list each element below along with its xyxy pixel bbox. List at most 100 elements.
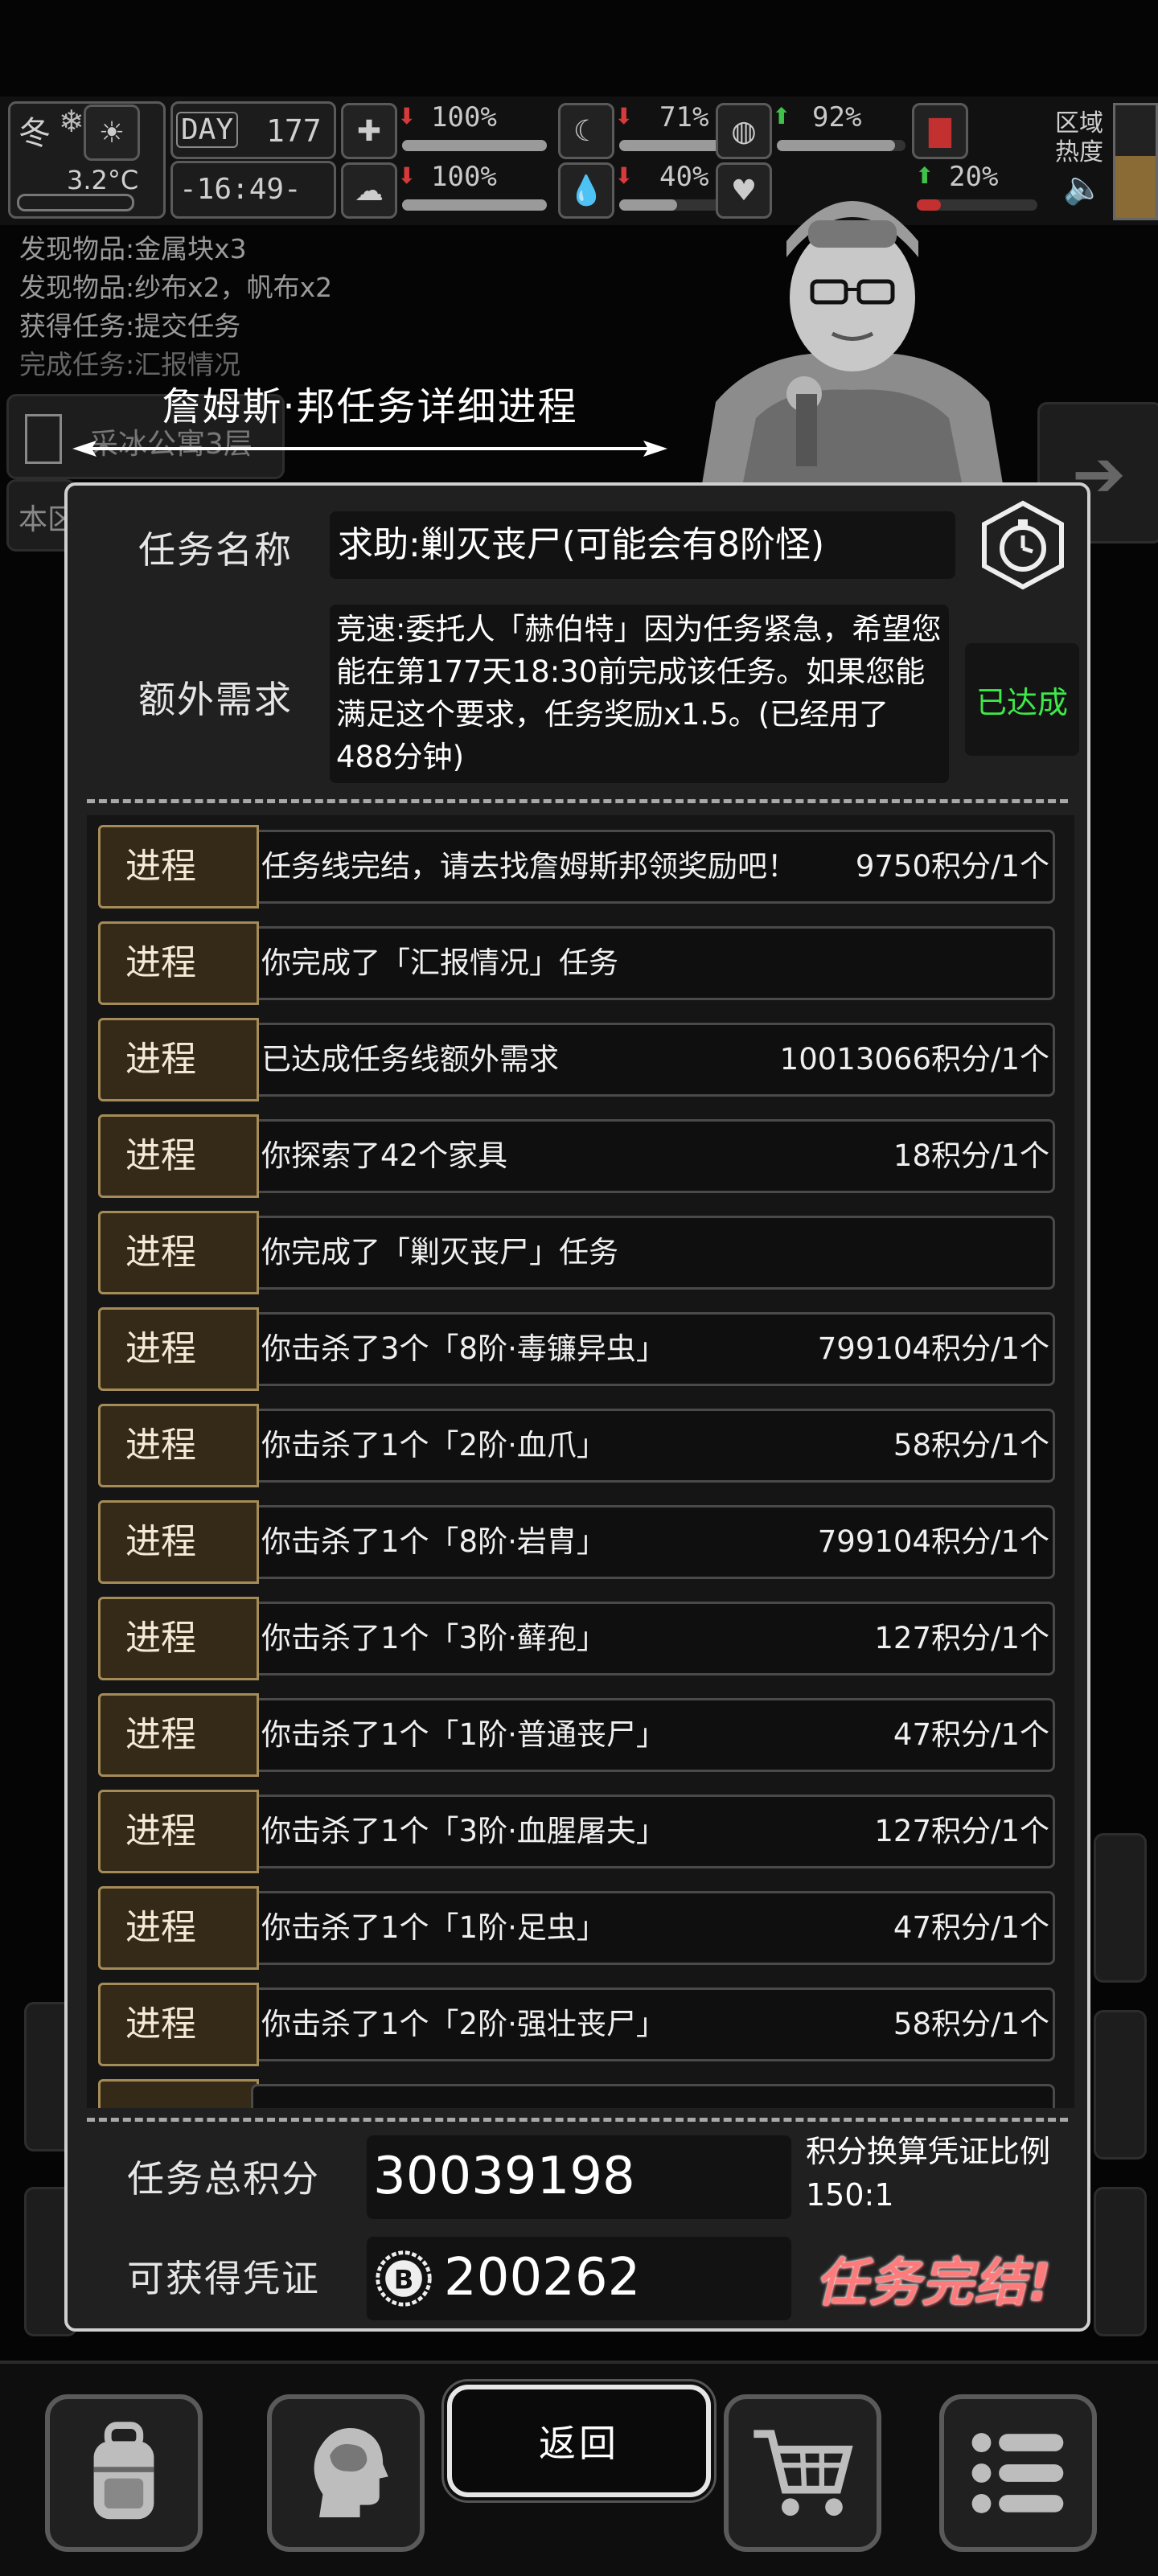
progress-row-body: 你完成了「汇报情况」任务 (251, 926, 1055, 1000)
progress-points: 799104积分/1个 (817, 1524, 1049, 1559)
stat-value: 92% (812, 101, 862, 133)
coin-icon: B (376, 2250, 432, 2307)
progress-row-body: 你击杀了1个「8阶·岩胄」 799104积分/1个 (251, 1505, 1055, 1579)
cart-icon (754, 2430, 853, 2517)
progress-row-body (251, 2084, 1055, 2108)
progress-text: 你完成了「汇报情况」任务 (261, 945, 618, 980)
progress-text: 已达成任务线额外需求 (261, 1042, 559, 1077)
speaker-icon[interactable]: 🔈 (1063, 169, 1103, 207)
temperature: 3.2°C (67, 165, 139, 195)
stopwatch-icon[interactable] (978, 500, 1068, 590)
progress-tag: 进程 (98, 1211, 259, 1294)
progress-row-body: 你探索了42个家具 18积分/1个 (251, 1119, 1055, 1193)
dialog-title: 詹姆斯·邦任务详细进程 (162, 384, 578, 429)
arrow-down-icon: ⬇ (397, 162, 417, 189)
progress-row-body: 你完成了「剿灭丧尸」任务 (251, 1216, 1055, 1290)
progress-row-body: 你击杀了1个「1阶·普通丧尸」 47积分/1个 (251, 1698, 1055, 1772)
progress-tag-label: 进程 (125, 846, 196, 887)
progress-text: 你击杀了1个「2阶·血爪」 (261, 1428, 606, 1462)
ratio-label: 积分换算凭证比例 (806, 2134, 1051, 2169)
bg-side-slot (1094, 2010, 1147, 2160)
character-portrait (700, 201, 1005, 498)
voucher-value: 200262 (444, 2248, 641, 2307)
day-label: DAY (176, 112, 239, 148)
progress-tag: 进程 (98, 1307, 259, 1391)
progress-tag-label: 进程 (125, 1039, 196, 1080)
progress-text: 你完成了「剿灭丧尸」任务 (261, 1235, 618, 1270)
day-number: 177 (266, 113, 322, 149)
progress-points: 127积分/1个 (874, 1814, 1049, 1848)
sun-icon: ☀ (84, 105, 140, 161)
progress-text: 你探索了42个家具 (261, 1138, 508, 1173)
progress-points: 58积分/1个 (893, 1428, 1049, 1462)
bg-side-slot (1094, 1833, 1147, 1983)
progress-row-body: 任务线完结，请去找詹姆斯邦领奖励吧！ 9750积分/1个 (251, 830, 1055, 904)
day-panel: DAY 177 (170, 101, 336, 159)
progress-row-body: 你击杀了1个「2阶·强壮丧尸」 58积分/1个 (251, 1987, 1055, 2061)
log-line: 获得任务:提交任务 (19, 310, 241, 342)
back-button[interactable]: 返回 (441, 2379, 717, 2503)
task-name-label: 任务名称 (138, 528, 293, 572)
area-heat-label: 区域 热度 (1055, 109, 1103, 166)
progress-row: 你击杀了1个「2阶·强壮丧尸」 58积分/1个 进程 (98, 1983, 1063, 2066)
area-heat-meter (1113, 103, 1158, 220)
progress-row: 你击杀了3个「8阶·毒镰异虫」 799104积分/1个 进程 (98, 1307, 1063, 1391)
progress-text: 你击杀了1个「2阶·强壮丧尸」 (261, 2007, 666, 2041)
progress-text: 你击杀了1个「8阶·岩胄」 (261, 1524, 606, 1559)
progress-row: 你击杀了1个「8阶·岩胄」 799104积分/1个 进程 (98, 1500, 1063, 1584)
progress-tag: 进程 (98, 1500, 259, 1584)
extra-requirement-text: 竞速:委托人「赫伯特」因为任务紧急，希望您能在第177天18:30前完成该任务。… (330, 605, 949, 783)
progress-row: 你击杀了1个「3阶·血腥屠夫」 127积分/1个 进程 (98, 1790, 1063, 1873)
stat-value: 100% (431, 101, 497, 133)
backpack-button[interactable] (45, 2394, 203, 2552)
stat-bar (402, 140, 547, 151)
progress-tag: 进程 (98, 1114, 259, 1198)
arrow-down-icon: ⬇ (397, 103, 417, 129)
progress-row: 你击杀了1个「1阶·普通丧尸」 47积分/1个 进程 (98, 1693, 1063, 1777)
skills-button[interactable] (267, 2394, 425, 2552)
progress-tag: 进程 (98, 1018, 259, 1101)
capsule-icon: ◍ (716, 103, 772, 159)
total-points-box: 30039198 (367, 2135, 791, 2219)
progress-text: 任务线完结，请去找詹姆斯邦领奖励吧！ (261, 849, 797, 884)
stomach-red-icon: ▇ (912, 103, 968, 159)
progress-row-body: 你击杀了1个「3阶·藓孢」 127积分/1个 (251, 1602, 1055, 1676)
progress-points: 9750积分/1个 (855, 849, 1049, 884)
log-line: 发现物品:纱布x2，帆布x2 (19, 272, 333, 303)
progress-tag: 进程 (98, 921, 259, 1005)
progress-tag: 进程 (98, 1886, 259, 1970)
progress-row: 你完成了「剿灭丧尸」任务 进程 (98, 1211, 1063, 1294)
brain-icon: ☁ (341, 162, 397, 219)
progress-row: 你完成了「汇报情况」任务 进程 (98, 921, 1063, 1005)
progress-tag: 进程 (98, 1983, 259, 2066)
clock-panel: -16:49- (170, 161, 336, 219)
progress-row-body: 你击杀了3个「8阶·毒镰异虫」 799104积分/1个 (251, 1312, 1055, 1386)
progress-row-body: 你击杀了1个「3阶·血腥屠夫」 127积分/1个 (251, 1795, 1055, 1868)
medkit-icon: ✚ (341, 103, 397, 159)
progress-text: 你击杀了1个「1阶·普通丧尸」 (261, 1717, 666, 1752)
progress-row: 已达成任务线额外需求 10013066积分/1个 进程 (98, 1018, 1063, 1101)
stomach-icon: ☾ (558, 103, 614, 159)
progress-tag-label: 进程 (125, 1811, 196, 1852)
progress-text: 你击杀了1个「3阶·血腥屠夫」 (261, 1814, 666, 1848)
progress-points: 127积分/1个 (874, 1621, 1049, 1655)
progress-points: 10013066积分/1个 (779, 1042, 1049, 1077)
progress-row: 你击杀了1个「1阶·足虫」 47积分/1个 进程 (98, 1886, 1063, 1970)
backpack-icon (93, 2422, 154, 2520)
progress-points: 47积分/1个 (893, 1717, 1049, 1752)
bg-side-slot (1094, 2187, 1147, 2336)
building-icon (25, 414, 62, 464)
progress-tag: 进程 (98, 1790, 259, 1873)
progress-list[interactable]: 任务线完结，请去找詹姆斯邦领奖励吧！ 9750积分/1个 进程 你完成了「汇报情况」任… (87, 815, 1074, 2108)
menu-button[interactable] (939, 2394, 1097, 2552)
task-complete-button[interactable]: 任务完结! (815, 2242, 1053, 2316)
stat-bar (777, 140, 905, 151)
progress-tag: 进程 (98, 1597, 259, 1680)
progress-text: 你击杀了1个「3阶·藓孢」 (261, 1621, 606, 1655)
progress-tag-label: 进程 (125, 1618, 196, 1659)
progress-tag-label: 进程 (125, 1907, 196, 1948)
shop-button[interactable] (724, 2394, 881, 2552)
task-name: 求助:剿灭丧尸(可能会有8阶怪) (330, 511, 955, 579)
log-line: 发现物品:金属块x3 (19, 233, 247, 265)
progress-tag-label: 进程 (125, 942, 196, 983)
